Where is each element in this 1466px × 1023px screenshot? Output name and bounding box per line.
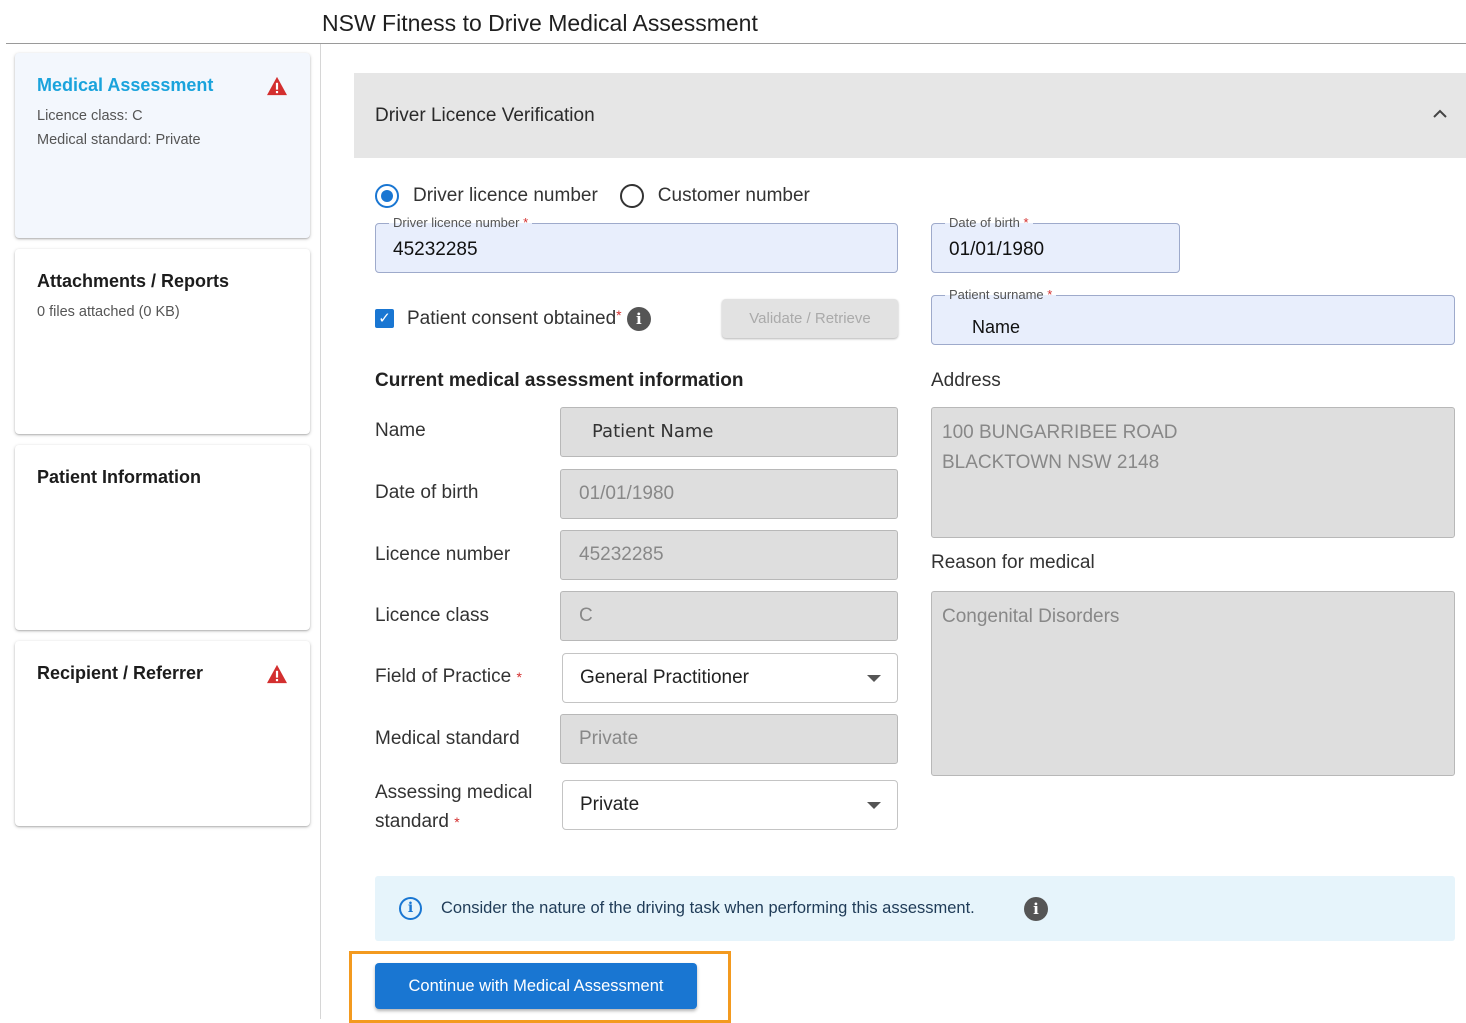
radio-driver-licence[interactable] xyxy=(375,184,399,208)
info-circle-icon: i xyxy=(399,897,422,920)
app-title: NSW Fitness to Drive Medical Assessment xyxy=(322,10,758,36)
reason-readonly-area: Congenital Disorders xyxy=(931,591,1455,776)
assessing-standard-select[interactable]: Private xyxy=(562,780,898,830)
info-banner-text: Consider the nature of the driving task … xyxy=(441,899,975,917)
sidebar-card-medical-assessment[interactable]: Medical Assessment Licence class: C Medi… xyxy=(15,53,310,238)
licence-class-readonly-field: C xyxy=(560,591,898,641)
radio-label-customer-number: Customer number xyxy=(657,185,810,206)
reason-label: Reason for medical xyxy=(931,552,1095,573)
sidebar-card-attachments[interactable]: Attachments / Reports 0 files attached (… xyxy=(15,249,310,434)
card-line-medical-standard: Medical standard: Private xyxy=(37,132,201,148)
continue-button[interactable]: Continue with Medical Assessment xyxy=(375,963,697,1009)
card-line-files: 0 files attached (0 KB) xyxy=(37,304,180,320)
panel-header[interactable]: Driver Licence Verification xyxy=(354,73,1466,158)
info-icon[interactable]: i xyxy=(626,307,651,331)
date-of-birth-field[interactable]: Date of birth * 01/01/1980 xyxy=(931,215,1180,273)
chevron-up-icon[interactable] xyxy=(1432,106,1448,122)
consent-label: Patient consent obtained* i xyxy=(407,307,651,331)
sidebar-card-recipient-referrer[interactable]: Recipient / Referrer xyxy=(15,641,310,826)
warning-icon xyxy=(267,664,287,684)
licence-class-label: Licence class xyxy=(375,605,490,626)
dropdown-caret-icon xyxy=(867,675,881,682)
assessing-standard-label: Assessing medical standard * xyxy=(375,782,533,832)
field-label: Patient surname * xyxy=(945,287,1057,302)
field-label: Date of birth * xyxy=(945,215,1033,230)
licence-number-readonly-field: 45232285 xyxy=(560,530,898,580)
radio-label-driver-licence: Driver licence number xyxy=(413,185,598,206)
licence-number-label: Licence number xyxy=(375,544,511,565)
warning-icon xyxy=(267,76,287,96)
address-label: Address xyxy=(931,370,1001,391)
driver-licence-number-field[interactable]: Driver licence number * 45232285 xyxy=(375,215,898,273)
select-value: General Practitioner xyxy=(580,667,749,688)
info-banner: i Consider the nature of the driving tas… xyxy=(375,876,1455,941)
radio-customer-number[interactable] xyxy=(619,184,644,208)
info-icon[interactable]: i xyxy=(1024,897,1048,921)
dob-label: Date of birth xyxy=(375,482,479,503)
name-label: Name xyxy=(375,420,426,441)
sidebar-divider xyxy=(320,44,321,1019)
card-title: Medical Assessment xyxy=(37,75,214,95)
field-value: 45232285 xyxy=(393,239,478,260)
dob-readonly-field: 01/01/1980 xyxy=(560,469,898,519)
id-type-radio-group: Driver licence number Customer number xyxy=(375,183,832,209)
address-readonly-area: 100 BUNGARRIBEE ROAD BLACKTOWN NSW 2148 xyxy=(931,407,1455,538)
dropdown-caret-icon xyxy=(867,802,881,809)
field-of-practice-select[interactable]: General Practitioner xyxy=(562,653,898,703)
sidebar-card-patient-information[interactable]: Patient Information xyxy=(15,445,310,630)
medical-standard-readonly-field: Private xyxy=(560,714,898,764)
field-label: Driver licence number * xyxy=(389,215,533,230)
title-divider xyxy=(6,43,1466,44)
field-value: 01/01/1980 xyxy=(949,239,1045,260)
select-value: Private xyxy=(580,794,640,815)
field-value: Name xyxy=(972,317,1021,337)
field-of-practice-label: Field of Practice * xyxy=(375,666,522,687)
patient-surname-field[interactable]: Patient surname * Name xyxy=(931,287,1455,345)
section-title: Current medical assessment information xyxy=(375,370,744,391)
panel-title: Driver Licence Verification xyxy=(375,105,595,126)
name-field: Patient Name xyxy=(560,407,898,457)
card-title: Patient Information xyxy=(37,467,202,487)
medical-standard-label: Medical standard xyxy=(375,728,520,749)
card-title: Recipient / Referrer xyxy=(37,663,204,683)
validate-retrieve-button[interactable]: Validate / Retrieve xyxy=(722,299,898,338)
card-line-licence-class: Licence class: C xyxy=(37,108,143,124)
card-title: Attachments / Reports xyxy=(37,271,230,291)
consent-checkbox[interactable]: ✓ xyxy=(375,309,394,328)
